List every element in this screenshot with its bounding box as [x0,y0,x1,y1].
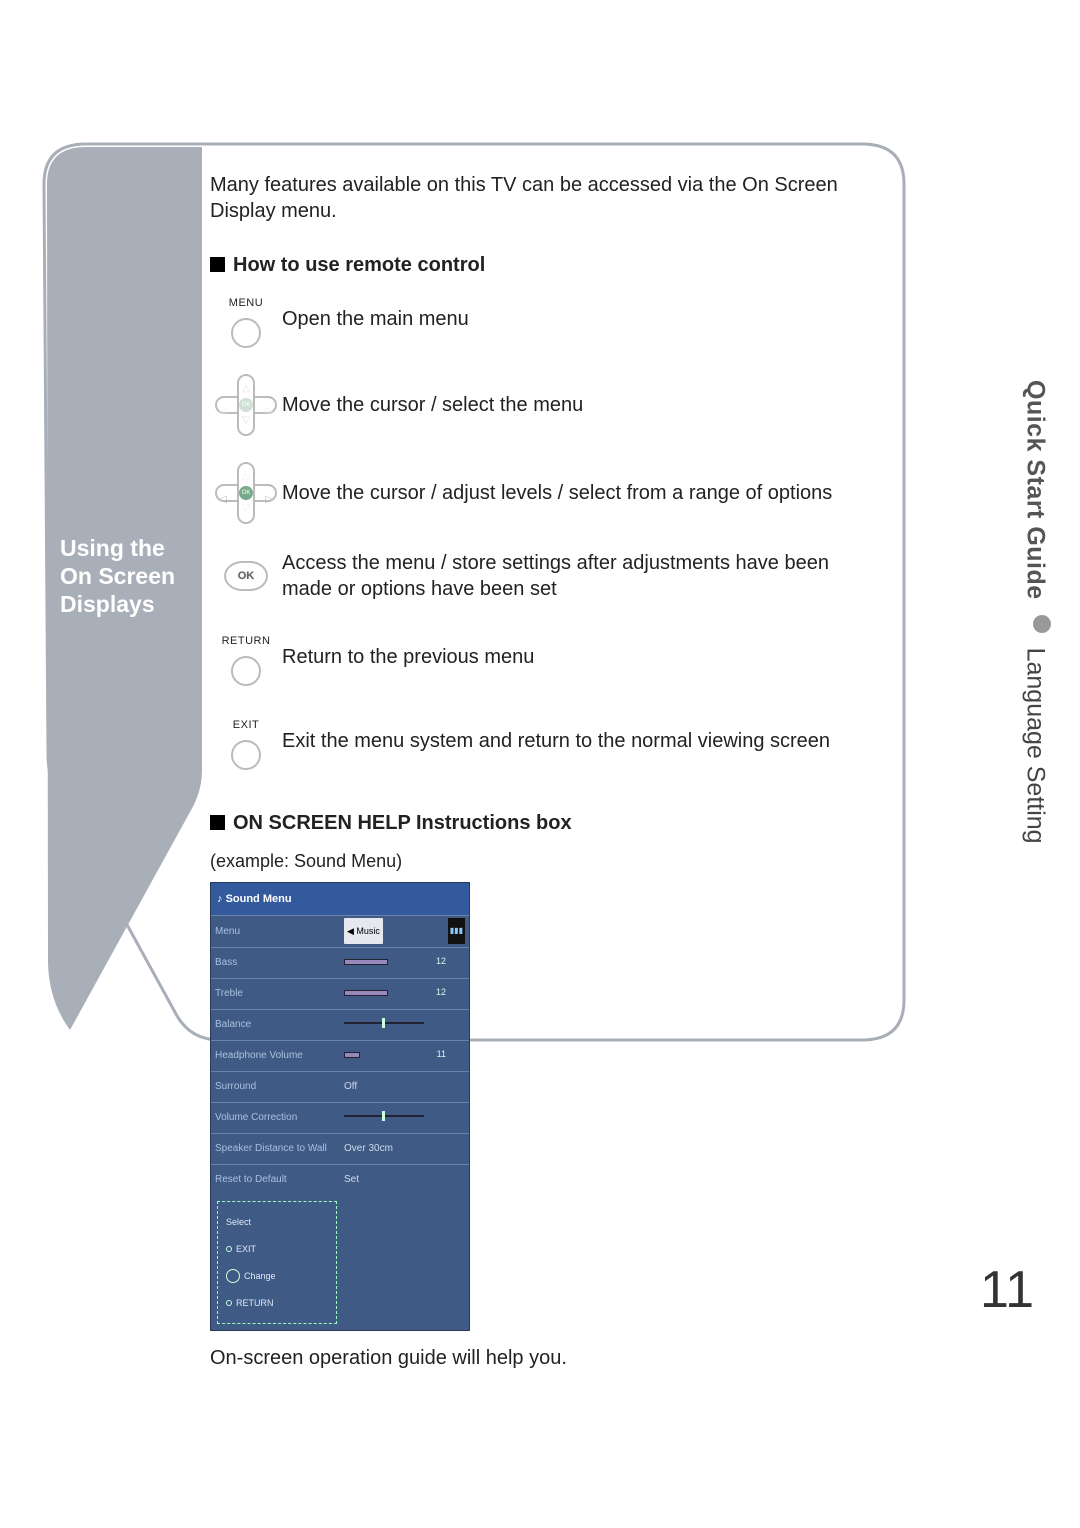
osd-row: Volume Correction [211,1103,469,1134]
osd-help-box: Select EXIT Change RETURN [217,1201,337,1324]
desc-return: Return to the previous menu [282,644,850,670]
row-return: RETURN Return to the previous menu [210,628,850,686]
exit-button-icon [231,740,261,770]
osd-title: Sound Menu [211,883,469,915]
guide-topic-label: Language Setting [1021,648,1049,844]
heading-remote: How to use remote control [210,252,850,278]
row-updown: OK △▽ ◁▷ Move the cursor / select the me… [210,374,850,436]
help-select: Select [226,1209,251,1235]
return-button-icon [231,656,261,686]
desc-menu: Open the main menu [282,306,850,332]
return-button-label: RETURN [222,628,271,654]
help-return: RETURN [236,1290,274,1316]
exit-button-label: EXIT [233,712,259,738]
heading-help-box: ON SCREEN HELP Instructions box [210,810,850,836]
osd-row: Menu◀ Music▮▮▮ [211,916,469,948]
row-leftright: OK △▽ ◁▷ Move the cursor / adjust levels… [210,462,850,524]
row-exit: EXIT Exit the menu system and return to … [210,712,850,770]
desc-exit: Exit the menu system and return to the n… [282,728,850,754]
osd-row: Balance [211,1010,469,1041]
row-menu: MENU Open the main menu [210,290,850,348]
osd-row: Treble12 [211,979,469,1010]
bullet-icon [1033,615,1051,633]
guide-section-label: Quick Start Guide [1021,380,1049,600]
desc-leftright: Move the cursor / adjust levels / select… [282,480,850,506]
osd-example: Sound Menu Menu◀ Music▮▮▮Bass12Treble12B… [210,882,470,1331]
page-number: 11 [980,1260,1034,1320]
main-content: Many features available on this TV can b… [210,172,850,1371]
menu-button-label: MENU [229,290,263,316]
osd-row: SurroundOff [211,1072,469,1103]
osd-row: Reset to DefaultSet [211,1165,469,1196]
desc-updown: Move the cursor / select the menu [282,392,850,418]
osd-table: Menu◀ Music▮▮▮Bass12Treble12BalanceHeadp… [211,915,469,1195]
menu-button-icon [231,318,261,348]
row-ok: OK Access the menu / store settings afte… [210,550,850,602]
help-exit: EXIT [236,1236,256,1262]
desc-ok: Access the menu / store settings after a… [282,550,850,602]
help-change: Change [244,1263,276,1289]
osd-row: Bass12 [211,948,469,979]
intro-text: Many features available on this TV can b… [210,172,850,224]
osd-caption: On-screen operation guide will help you. [210,1345,850,1371]
dpad-horizontal-icon: OK △▽ ◁▷ [215,462,277,524]
example-label: (example: Sound Menu) [210,848,850,874]
nav-icon [226,1269,240,1283]
section-title: Using the On Screen Displays [60,534,200,618]
osd-row: Speaker Distance to WallOver 30cm [211,1134,469,1165]
dpad-vertical-icon: OK △▽ ◁▷ [215,374,277,436]
ok-button-icon: OK [224,561,268,591]
page-side-tab: Quick Start Guide Language Setting [1020,380,1054,844]
osd-row: Headphone Volume11 [211,1041,469,1072]
